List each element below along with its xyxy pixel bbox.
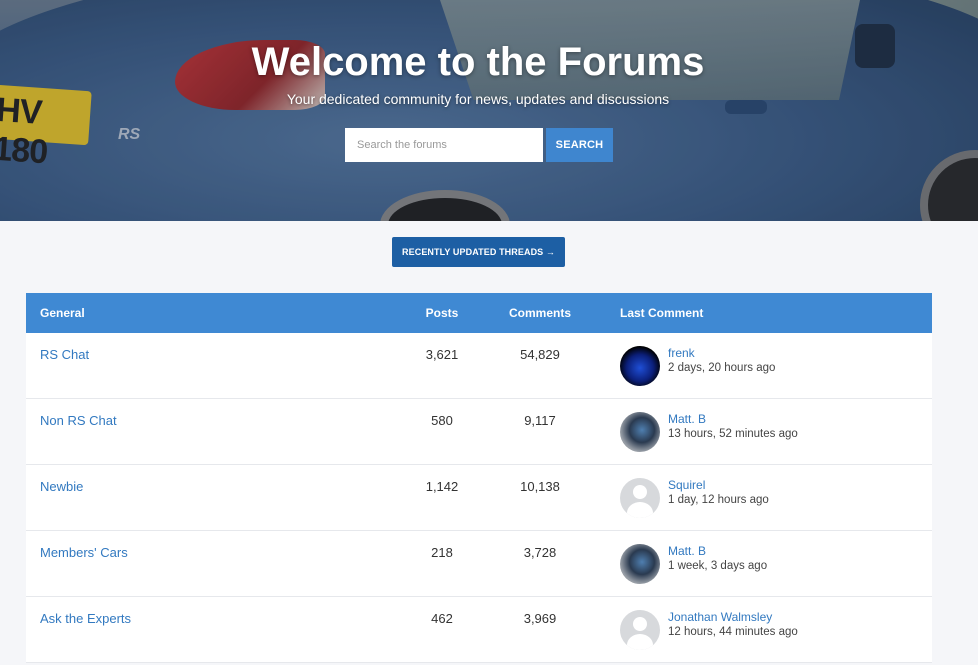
forum-table: General Posts Comments Last Comment RS C… xyxy=(26,293,932,663)
table-row: Non RS Chat 580 9,117 Matt. B 13 hours, … xyxy=(26,399,932,465)
search-button[interactable]: SEARCH xyxy=(546,128,613,162)
table-row: Ask the Experts 462 3,969 Jonathan Walms… xyxy=(26,597,932,663)
last-comment-time: 2 days, 20 hours ago xyxy=(668,362,776,374)
header-posts: Posts xyxy=(425,306,459,320)
last-comment-time: 1 day, 12 hours ago xyxy=(668,494,769,506)
page-title: Welcome to the Forums xyxy=(251,40,705,84)
comments-count: 54,829 xyxy=(520,347,560,362)
search-bar: SEARCH xyxy=(345,128,613,162)
forum-link[interactable]: RS Chat xyxy=(40,347,89,362)
comments-count: 3,969 xyxy=(523,611,557,626)
posts-count: 1,142 xyxy=(425,479,459,494)
posts-count: 3,621 xyxy=(425,347,459,362)
last-comment-user-link[interactable]: Matt. B xyxy=(668,412,798,427)
avatar[interactable] xyxy=(620,412,660,452)
table-row: RS Chat 3,621 54,829 frenk 2 days, 20 ho… xyxy=(26,333,932,399)
header-general: General xyxy=(40,306,85,320)
last-comment: Jonathan Walmsley 12 hours, 44 minutes a… xyxy=(595,597,932,662)
table-header: General Posts Comments Last Comment xyxy=(26,293,932,333)
last-comment-time: 12 hours, 44 minutes ago xyxy=(668,626,798,638)
last-comment-user-link[interactable]: Squirel xyxy=(668,478,769,493)
posts-count: 462 xyxy=(431,611,453,626)
last-comment: Matt. B 1 week, 3 days ago xyxy=(595,531,932,596)
header-comments: Comments xyxy=(508,306,571,320)
forum-link[interactable]: Members' Cars xyxy=(40,545,128,560)
last-comment-user-link[interactable]: frenk xyxy=(668,346,775,361)
avatar[interactable] xyxy=(620,346,660,386)
last-comment-user-link[interactable]: Jonathan Walmsley xyxy=(668,610,798,625)
comments-count: 9,117 xyxy=(524,413,556,428)
forum-link[interactable]: Newbie xyxy=(40,479,83,494)
comments-count: 3,728 xyxy=(523,545,557,560)
hero-banner: HV 180 RS Welcome to the Forums Your ded… xyxy=(0,0,978,221)
last-comment-time: 13 hours, 52 minutes ago xyxy=(668,428,798,440)
last-comment: Squirel 1 day, 12 hours ago xyxy=(595,465,932,530)
header-last-comment: Last Comment xyxy=(620,306,704,320)
forum-link[interactable]: Ask the Experts xyxy=(40,611,131,626)
table-row: Members' Cars 218 3,728 Matt. B 1 week, … xyxy=(26,531,932,597)
avatar[interactable] xyxy=(620,478,660,518)
last-comment-user-link[interactable]: Matt. B xyxy=(668,544,767,559)
last-comment-time: 1 week, 3 days ago xyxy=(668,560,768,572)
posts-count: 580 xyxy=(431,413,453,428)
recently-updated-threads-button[interactable]: RECENTLY UPDATED THREADS → xyxy=(392,237,565,267)
last-comment: frenk 2 days, 20 hours ago xyxy=(595,333,932,398)
last-comment: Matt. B 13 hours, 52 minutes ago xyxy=(595,399,932,464)
table-row: Newbie 1,142 10,138 Squirel 1 day, 12 ho… xyxy=(26,465,932,531)
page-subtitle: Your dedicated community for news, updat… xyxy=(286,91,670,107)
avatar[interactable] xyxy=(620,544,660,584)
search-input[interactable] xyxy=(345,128,543,162)
forum-link[interactable]: Non RS Chat xyxy=(40,413,117,428)
avatar[interactable] xyxy=(620,610,660,650)
comments-count: 10,138 xyxy=(520,479,560,494)
recent-threads-wrap: RECENTLY UPDATED THREADS → xyxy=(392,237,565,267)
posts-count: 218 xyxy=(431,545,453,560)
